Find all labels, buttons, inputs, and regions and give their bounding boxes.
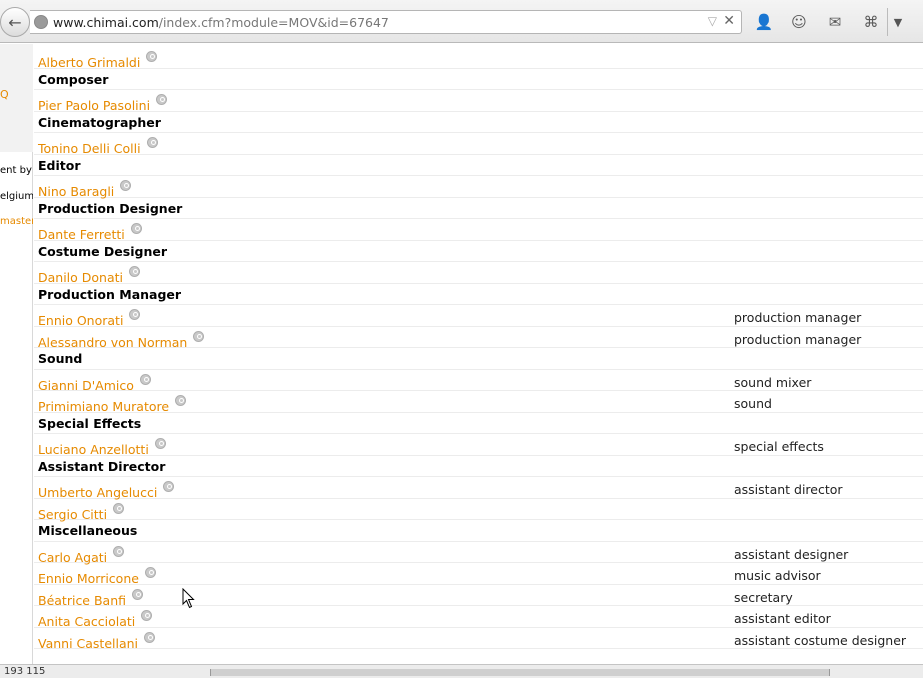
crew-role: secretary: [734, 589, 793, 605]
magnifier-icon[interactable]: [163, 481, 175, 492]
magnifier-icon[interactable]: [146, 137, 158, 148]
back-button[interactable]: ←: [0, 7, 30, 37]
department-heading: Production Designer: [38, 200, 183, 216]
magnifier-icon[interactable]: [193, 330, 205, 342]
url-text[interactable]: www.chimai.com/index.cfm?module=MOV&id=6…: [53, 15, 389, 30]
address-bar[interactable]: www.chimai.com/index.cfm?module=MOV&id=6…: [30, 10, 742, 34]
department-header-row: Production Manager: [34, 284, 923, 305]
crew-row: Dante Ferretti: [34, 219, 923, 242]
magnifier-icon[interactable]: [156, 94, 168, 105]
crew-role: sound mixer: [734, 374, 812, 390]
crew-row: Alessandro von Norman production manager: [34, 327, 923, 350]
status-text: 193 115: [4, 666, 46, 677]
magnifier-icon[interactable]: [113, 545, 125, 557]
crew-row: Vanni Castellani assistant costume design…: [34, 628, 923, 652]
crew-role: production manager: [734, 331, 862, 347]
department-heading: Cinematographer: [38, 114, 161, 130]
menu-icon[interactable]: ▼: [890, 11, 906, 33]
horizontal-scrollbar[interactable]: [210, 669, 830, 676]
crew-list: Alberto Grimaldi Composer Pier Paolo Pasol…: [34, 47, 923, 652]
department-header-row: Production Designer: [34, 198, 923, 219]
crew-row: Ennio Morricone music advisor: [34, 563, 923, 586]
sidebar-link-master[interactable]: master: [0, 216, 33, 227]
crew-role: assistant director: [734, 482, 843, 497]
user-icon[interactable]: 👤: [753, 11, 775, 33]
department-heading: Costume Designer: [38, 243, 167, 259]
magnifier-icon[interactable]: [154, 438, 166, 449]
stop-icon[interactable]: ✕: [723, 13, 735, 29]
crew-row: Alberto Grimaldi: [34, 47, 923, 70]
magnifier-icon[interactable]: [129, 266, 141, 277]
chat-icon[interactable]: ✉: [824, 11, 846, 33]
crew-role: assistant editor: [734, 611, 831, 626]
sidebar-glyph[interactable]: Q: [0, 88, 12, 101]
crew-row: Nino Baragli: [34, 176, 923, 199]
department-header-row: Assistant Director: [34, 456, 923, 477]
smiley-icon[interactable]: ☺: [788, 11, 810, 33]
department-header-row: Composer: [34, 69, 923, 90]
crew-row: Danilo Donati: [34, 262, 923, 285]
crew-row: Carlo Agati assistant designer: [34, 542, 923, 565]
crew-name-link[interactable]: Vanni Castellani: [38, 636, 138, 651]
magnifier-icon[interactable]: [129, 309, 141, 320]
crew-role: assistant costume designer: [734, 632, 907, 648]
crew-row: Umberto Angelucci assistant director: [34, 477, 923, 500]
magnifier-icon[interactable]: [175, 395, 187, 406]
crew-role: special effects: [734, 439, 824, 454]
crew-role: assistant designer: [734, 546, 849, 562]
url-host: www.chimai.com: [53, 15, 159, 30]
crew-role: sound: [734, 396, 772, 411]
magnifier-icon[interactable]: [139, 373, 151, 385]
sidebar-text-2: elgium.: [0, 191, 33, 202]
magnifier-icon[interactable]: [144, 567, 156, 578]
sidebar-text-1: ent by: [0, 165, 32, 176]
magnifier-icon[interactable]: [120, 180, 132, 191]
status-bar: 193 115: [0, 664, 923, 678]
magnifier-icon[interactable]: [130, 223, 142, 234]
crew-row: Sergio Citti: [34, 499, 923, 522]
magnifier-icon[interactable]: [144, 631, 156, 643]
crew-row: Tonino Delli Colli: [34, 133, 923, 156]
toolbar-divider: [887, 8, 888, 36]
department-header-row: Costume Designer: [34, 241, 923, 262]
globe-icon: [34, 15, 48, 29]
department-heading: Assistant Director: [38, 458, 166, 474]
department-header-row: Cinematographer: [34, 112, 923, 133]
department-heading: Special Effects: [38, 415, 142, 431]
department-header-row: Special Effects: [34, 413, 923, 434]
crew-row: Primimiano Muratore sound: [34, 391, 923, 414]
crew-row: Pier Paolo Pasolini: [34, 90, 923, 113]
department-heading: Miscellaneous: [38, 523, 138, 538]
department-heading: Production Manager: [38, 286, 182, 302]
mouse-cursor-icon: [182, 588, 195, 609]
crew-name-group: Vanni Castellani: [38, 631, 156, 652]
crew-role: production manager: [734, 310, 862, 325]
crew-row: Béatrice Banfi secretary: [34, 585, 923, 608]
department-header-row: Miscellaneous: [34, 520, 923, 542]
magnifier-icon[interactable]: [132, 588, 144, 600]
crew-row: Anita Cacciolati assistant editor: [34, 606, 923, 629]
crop-icon[interactable]: ⌘: [860, 11, 882, 33]
crew-row: Luciano Anzellotti special effects: [34, 434, 923, 457]
magnifier-icon[interactable]: [141, 610, 153, 621]
magnifier-icon[interactable]: [113, 502, 125, 514]
department-heading: Sound: [38, 351, 83, 366]
magnifier-icon[interactable]: [146, 51, 158, 62]
left-sidebar: Q ent by elgium. master: [0, 44, 33, 664]
department-heading: Editor: [38, 157, 81, 173]
browser-toolbar: ← www.chimai.com/index.cfm?module=MOV&id…: [0, 0, 923, 43]
crew-role: music advisor: [734, 568, 821, 583]
department-heading: Composer: [38, 71, 109, 87]
crew-row: Gianni D'Amico sound mixer: [34, 370, 923, 393]
url-path: /index.cfm?module=MOV&id=67647: [158, 15, 389, 30]
department-header-row: Sound: [34, 348, 923, 370]
crew-row: Ennio Onorati production manager: [34, 305, 923, 328]
history-dropdown-icon[interactable]: ▽: [708, 14, 717, 28]
department-header-row: Editor: [34, 155, 923, 176]
back-arrow-icon: ←: [8, 12, 22, 32]
